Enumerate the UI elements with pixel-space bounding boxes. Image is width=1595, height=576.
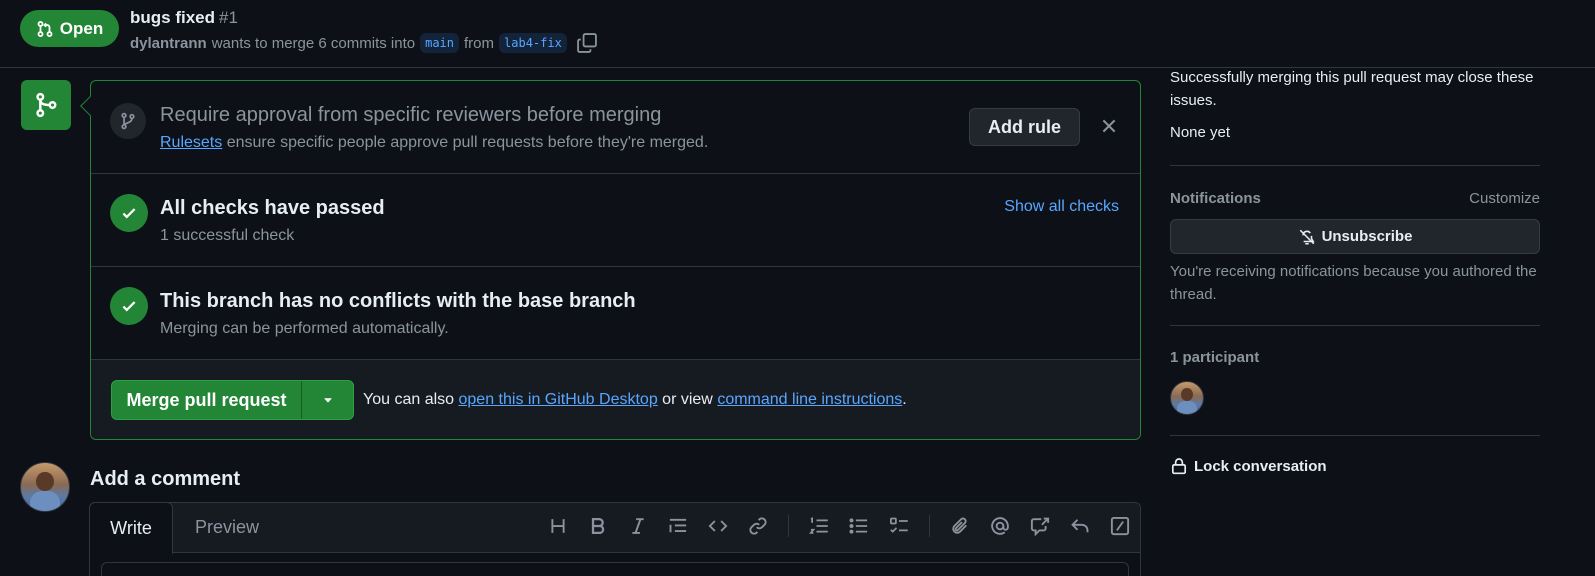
- reply-icon[interactable]: [1070, 516, 1090, 536]
- sidebar-divider: [1170, 165, 1540, 166]
- pr-title-text: bugs fixed: [130, 8, 216, 27]
- rule-title: Require approval from specific reviewers…: [160, 104, 662, 126]
- avatar[interactable]: [20, 462, 70, 512]
- participants-label: 1 participant: [1170, 349, 1260, 366]
- task-list-icon[interactable]: [889, 516, 909, 536]
- editor-toolbar: [548, 515, 1130, 537]
- merge-pull-request-button[interactable]: Merge pull request: [112, 381, 302, 419]
- pr-from-text: from: [464, 34, 495, 52]
- merge-box: Require approval from specific reviewers…: [80, 80, 1141, 440]
- conflicts-section: This branch has no conflicts with the ba…: [91, 267, 1140, 360]
- pr-state-label: Open: [59, 18, 104, 38]
- base-branch[interactable]: main: [420, 33, 460, 53]
- command-line-link[interactable]: command line instructions: [717, 391, 902, 408]
- notifications-header: Notifications Customize: [1170, 190, 1540, 207]
- pull-request-icon: [36, 20, 54, 38]
- issues-value: None yet: [1170, 124, 1231, 141]
- unordered-list-icon[interactable]: [849, 516, 869, 536]
- comment-editor: Write Preview: [89, 502, 1141, 576]
- add-rule-button[interactable]: Add rule: [969, 108, 1080, 146]
- lock-icon: [1170, 457, 1188, 475]
- ruleset-suggestion: Require approval from specific reviewers…: [91, 81, 1140, 174]
- rule-description-text: ensure specific people approve pull requ…: [226, 134, 709, 151]
- tab-preview[interactable]: Preview: [195, 517, 259, 538]
- attach-icon[interactable]: [950, 516, 970, 536]
- merge-actions: Merge pull request You can also open thi…: [91, 360, 1140, 439]
- git-merge-icon: [33, 92, 59, 118]
- merge-hint-pre: You can also: [363, 391, 455, 408]
- pr-author-link[interactable]: dylantrann: [130, 35, 207, 52]
- heading-icon[interactable]: [548, 516, 568, 536]
- sidebar-divider: [1170, 325, 1540, 326]
- development-issues-text: Successfully merging this pull request m…: [1170, 69, 1534, 109]
- triangle-down-icon: [321, 393, 335, 407]
- sidebar-divider: [1170, 435, 1540, 436]
- lock-conversation-label: Lock conversation: [1194, 457, 1327, 475]
- merge-button-group: Merge pull request: [111, 380, 354, 420]
- toolbar-divider: [929, 515, 930, 537]
- merge-options-dropdown[interactable]: [302, 381, 353, 419]
- checks-section: All checks have passed 1 successful chec…: [91, 174, 1140, 267]
- bell-slash-icon: [1298, 228, 1316, 246]
- check-icon: [110, 287, 148, 325]
- unsubscribe-button[interactable]: Unsubscribe: [1170, 219, 1540, 254]
- customize-link[interactable]: Customize: [1469, 190, 1540, 207]
- merge-hint-mid: or view: [662, 391, 713, 408]
- pr-title: bugs fixed #1: [130, 8, 238, 28]
- conflicts-subtitle: Merging can be performed automatically.: [160, 320, 449, 337]
- link-icon[interactable]: [748, 516, 768, 536]
- pr-state-badge: Open: [20, 10, 119, 47]
- mention-icon[interactable]: [990, 516, 1010, 536]
- editor-tabs: Write Preview: [89, 502, 1140, 554]
- pr-number: #1: [219, 8, 238, 27]
- notification-reason: You're receiving notifications because y…: [1170, 263, 1537, 303]
- quote-icon[interactable]: [668, 516, 688, 536]
- pr-merge-text: wants to merge 6 commits into: [211, 34, 416, 52]
- cross-reference-icon[interactable]: [1030, 516, 1050, 536]
- notifications-label: Notifications: [1170, 190, 1261, 207]
- merge-hint-end: .: [902, 391, 907, 408]
- ordered-list-icon[interactable]: [809, 516, 829, 536]
- italic-icon[interactable]: [628, 516, 648, 536]
- branch-icon: [110, 103, 146, 139]
- unsubscribe-label: Unsubscribe: [1321, 228, 1413, 245]
- comment-textarea[interactable]: [101, 562, 1129, 576]
- add-comment-heading: Add a comment: [90, 468, 241, 490]
- head-branch[interactable]: lab4-fix: [499, 33, 567, 53]
- toolbar-divider: [788, 515, 789, 537]
- avatar-head: [1181, 387, 1193, 401]
- rulesets-link[interactable]: Rulesets: [160, 134, 222, 151]
- copy-icon[interactable]: [576, 32, 598, 54]
- avatar-body: [29, 490, 61, 511]
- github-desktop-link[interactable]: open this in GitHub Desktop: [459, 391, 658, 408]
- avatar-body: [1176, 400, 1198, 414]
- conflicts-title: This branch has no conflicts with the ba…: [160, 290, 636, 312]
- checks-title: All checks have passed: [160, 197, 385, 219]
- pr-header: Open bugs fixed #1 dylantrann wants to me…: [0, 0, 1595, 68]
- bold-icon[interactable]: [588, 516, 608, 536]
- avatar-head: [36, 471, 54, 491]
- rule-description: Rulesets ensure specific people approve …: [160, 134, 708, 152]
- slash-command-icon[interactable]: [1110, 516, 1130, 536]
- show-all-checks-link[interactable]: Show all checks: [1004, 198, 1119, 216]
- pr-meta: dylantrann wants to merge 6 commits into…: [130, 32, 598, 54]
- participant-avatar[interactable]: [1170, 381, 1204, 415]
- merge-status-icon: [21, 80, 71, 130]
- merge-hint: You can also open this in GitHub Desktop…: [363, 391, 907, 409]
- close-icon[interactable]: [1099, 116, 1119, 136]
- code-icon[interactable]: [708, 516, 728, 536]
- tab-write[interactable]: Write: [89, 502, 173, 554]
- check-icon: [110, 194, 148, 232]
- checks-subtitle: 1 successful check: [160, 227, 295, 244]
- lock-conversation-button[interactable]: Lock conversation: [1170, 457, 1327, 475]
